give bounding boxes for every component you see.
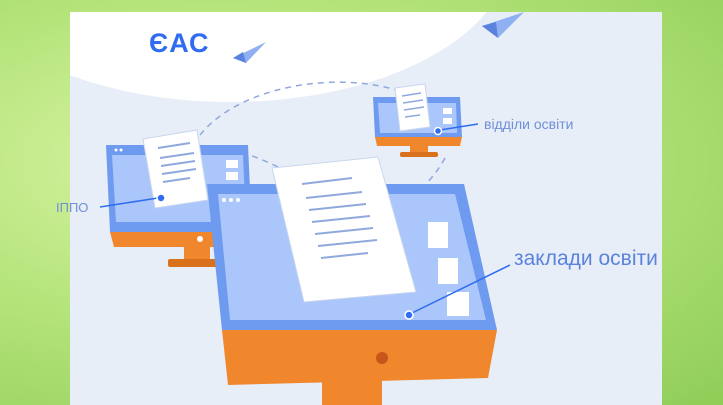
pointer-dot-viddily xyxy=(433,126,443,136)
eas-logo-title: ЄАС xyxy=(149,28,210,58)
pointer-dot-ippo xyxy=(156,193,166,203)
label-ippo: ІППО xyxy=(56,200,89,215)
network-illustration xyxy=(99,12,524,405)
paper-plane-icon xyxy=(233,42,266,63)
pointer-dot-zaklady xyxy=(404,310,414,320)
label-viddily-osvity: відділи освіти xyxy=(484,116,574,132)
connection-arc-ippo-to-viddily xyxy=(199,81,403,136)
document-icon xyxy=(142,129,209,209)
document-icon xyxy=(394,83,431,132)
label-zaklady-osvity: заклади освіти xyxy=(514,247,658,270)
paper-plane-icon xyxy=(482,12,524,38)
